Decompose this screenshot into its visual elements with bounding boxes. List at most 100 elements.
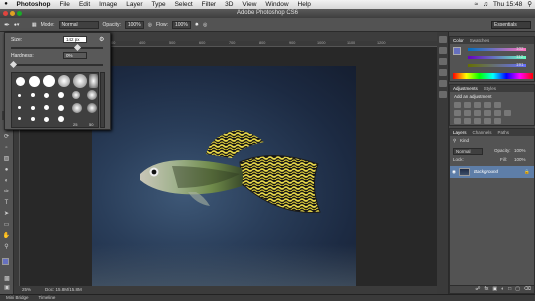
hue-saturation-icon[interactable] (454, 110, 461, 116)
curves-icon[interactable] (474, 102, 481, 108)
paragraph-panel-icon[interactable] (438, 91, 447, 98)
brush-panel-toggle-icon[interactable]: ▦ (32, 22, 37, 28)
apple-menu-icon[interactable]: ● (0, 0, 12, 9)
tab-styles[interactable]: Styles (484, 85, 496, 92)
new-adjustment-layer-icon[interactable]: ◐ (501, 286, 504, 293)
layer-thumbnail[interactable] (459, 168, 470, 176)
levels-icon[interactable] (464, 102, 471, 108)
blend-mode-select[interactable]: Normal (453, 148, 483, 155)
hardness-input[interactable]: 0% (63, 52, 87, 59)
spotlight-icon[interactable]: ⚲ (527, 0, 532, 9)
add-mask-icon[interactable]: ▣ (492, 286, 497, 293)
layer-filter-kind[interactable]: Kind (460, 138, 469, 143)
document-size[interactable]: Doc: 15.8M/15.8M (45, 286, 82, 294)
pressure-opacity-icon[interactable]: ◎ (148, 22, 152, 28)
brush-preset[interactable] (73, 74, 87, 88)
brush-preset[interactable] (18, 117, 21, 120)
brush-preset[interactable] (44, 117, 49, 122)
red-value[interactable]: 102 (516, 46, 524, 51)
brush-preset[interactable] (58, 92, 64, 98)
menu-window[interactable]: Window (261, 0, 293, 9)
fill-input[interactable]: 100% (514, 157, 526, 162)
tab-adjustments[interactable]: Adjustments (453, 85, 478, 92)
gradient-map-icon[interactable] (484, 118, 491, 124)
brush-preset[interactable] (31, 106, 35, 110)
zoom-tool-icon[interactable]: ⚲ (2, 243, 12, 252)
fg-color-chip[interactable] (453, 47, 461, 55)
exposure-icon[interactable] (484, 102, 491, 108)
invert-icon[interactable] (454, 118, 461, 124)
brush-preset[interactable] (87, 90, 97, 100)
hardness-slider[interactable] (9, 60, 103, 69)
properties-panel-icon[interactable] (438, 47, 447, 54)
airbrush-icon[interactable]: ✸ (195, 22, 199, 28)
path-select-tool-icon[interactable]: ➤ (2, 210, 12, 219)
tab-layers[interactable]: Layers (453, 129, 467, 136)
brush-preset[interactable] (43, 75, 55, 87)
brush-preset[interactable] (31, 117, 35, 121)
brush-preset[interactable] (44, 105, 49, 110)
type-tool-icon[interactable]: T (2, 199, 12, 208)
size-slider[interactable] (11, 43, 103, 52)
pressure-size-icon[interactable]: ◎ (203, 22, 207, 28)
link-layers-icon[interactable]: ☍ (475, 286, 480, 293)
brush-panel-icon[interactable] (438, 58, 447, 65)
minimize-window-button[interactable] (10, 11, 15, 16)
color-balance-icon[interactable] (464, 110, 471, 116)
brush-presets-scrollbar[interactable] (100, 72, 105, 128)
blur-tool-icon[interactable]: ● (2, 166, 12, 175)
menu-edit[interactable]: Edit (74, 0, 94, 9)
brush-preset[interactable] (89, 74, 98, 88)
new-group-icon[interactable]: □ (508, 286, 511, 293)
brush-preset[interactable] (87, 103, 97, 113)
brush-preset[interactable] (44, 93, 49, 98)
clock[interactable]: Thu 15:48 (493, 0, 522, 9)
zoom-window-button[interactable] (17, 11, 22, 16)
history-brush-tool-icon[interactable]: ⟳ (2, 133, 12, 142)
posterize-icon[interactable] (464, 118, 471, 124)
tab-channels[interactable]: Channels (473, 129, 492, 136)
brush-picker-gear-icon[interactable]: ⚙ (99, 36, 104, 43)
menu-view[interactable]: View (238, 0, 261, 9)
menu-layer[interactable]: Layer (122, 0, 147, 9)
layer-filter-search-icon[interactable]: ⚲ (453, 138, 456, 144)
wifi-icon[interactable]: ≈ (475, 0, 479, 9)
layer-style-icon[interactable]: fx (485, 286, 489, 293)
history-panel-icon[interactable] (438, 36, 447, 43)
menu-type[interactable]: Type (147, 0, 170, 9)
brightness-contrast-icon[interactable] (454, 102, 461, 108)
quick-mask-icon[interactable]: ▩ (2, 275, 12, 284)
threshold-icon[interactable] (474, 118, 481, 124)
green-value[interactable]: 112 (516, 54, 523, 59)
brush-preset[interactable] (72, 103, 82, 113)
volume-icon[interactable]: ♫ (483, 0, 488, 9)
tab-paths[interactable]: Paths (498, 129, 510, 136)
hardness-slider-thumb[interactable] (9, 60, 18, 69)
blue-value[interactable]: 191 (516, 62, 524, 67)
visibility-eye-icon[interactable]: ◉ (452, 166, 456, 178)
brush-tool-icon[interactable]: ✒ (4, 21, 10, 29)
layer-opacity-input[interactable]: 100% (514, 148, 526, 153)
size-slider-thumb[interactable] (74, 43, 82, 52)
foreground-color-swatch[interactable] (2, 258, 9, 265)
vibrance-icon[interactable] (494, 102, 501, 108)
delete-layer-icon[interactable]: ⌫ (524, 286, 531, 293)
canvas-image[interactable] (92, 66, 356, 299)
menu-help[interactable]: Help (293, 0, 315, 9)
brush-presets-grid[interactable]: 25 50 (11, 72, 99, 128)
color-spectrum-ramp[interactable] (453, 73, 533, 79)
eraser-tool-icon[interactable]: ▫ (2, 144, 12, 153)
black-white-icon[interactable] (474, 110, 481, 116)
brush-preset[interactable] (29, 76, 40, 87)
brush-preset[interactable] (72, 91, 80, 99)
flow-input[interactable]: 100% (171, 20, 191, 29)
dodge-tool-icon[interactable]: ◐ (2, 177, 12, 186)
channel-mixer-icon[interactable] (494, 110, 501, 116)
layer-row-background[interactable]: ◉ Background 🔒 (450, 166, 534, 178)
menu-select[interactable]: Select (170, 0, 197, 9)
screen-mode-icon[interactable]: ▣ (2, 284, 12, 293)
app-menu[interactable]: Photoshop (12, 0, 55, 9)
new-layer-icon[interactable]: ▢ (515, 286, 520, 293)
character-panel-icon[interactable] (438, 80, 447, 87)
brush-preset[interactable] (58, 116, 64, 122)
